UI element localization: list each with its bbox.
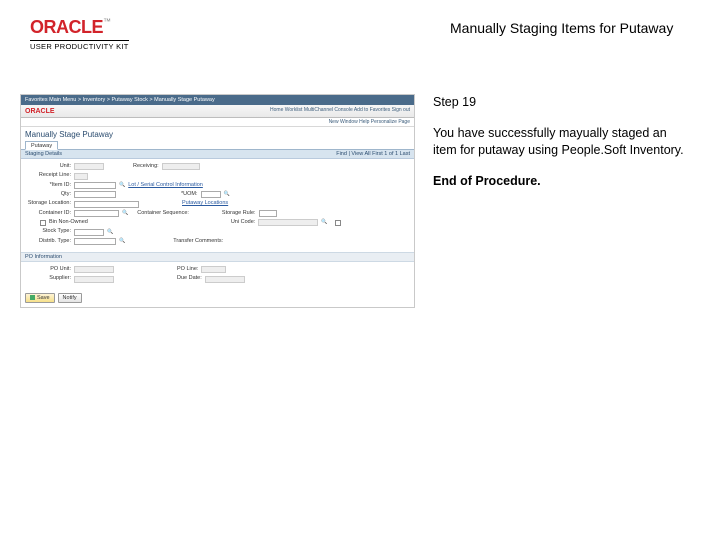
lot-serial-link[interactable]: Lot / Serial Control Information <box>128 181 203 190</box>
lookup-icon[interactable]: 🔍 <box>224 190 230 199</box>
window-toolbar: New Window Help Personalize Page <box>21 118 414 127</box>
lookup-icon[interactable]: 🔍 <box>119 181 125 190</box>
section-title: Staging Details <box>25 151 62 157</box>
instruction-body: You have successfully mayually staged an… <box>433 125 690 159</box>
lookup-icon[interactable]: 🔍 <box>107 228 113 237</box>
container-seq-label: Container Sequence: <box>137 209 189 218</box>
step-label: Step 19 <box>433 94 690 111</box>
po-unit-label: PO Unit: <box>25 265 71 274</box>
staging-details-bar: Staging Details Find | View All First 1 … <box>21 150 414 159</box>
qty-label: Qty: <box>25 190 71 199</box>
storage-location-label: Storage Location: <box>25 199 71 208</box>
due-date-label: Due Date: <box>177 274 202 283</box>
transfer-comments-label: Transfer Comments: <box>173 237 223 246</box>
po-unit-field <box>74 266 114 273</box>
qty-field[interactable] <box>74 191 116 198</box>
content-columns: Favorites Main Menu > Inventory > Putawa… <box>0 54 720 308</box>
quarantine-checkbox[interactable] <box>335 220 341 226</box>
lookup-icon[interactable]: 🔍 <box>321 218 327 227</box>
uni-code-label: Uni Code: <box>231 218 255 227</box>
app-banner: ORACLE Home Worklist MultiChannel Consol… <box>21 105 414 118</box>
po-line-field <box>201 266 226 273</box>
putaway-locations-link[interactable]: Putaway Locations <box>182 199 228 208</box>
unit-label: Unit: <box>25 162 71 171</box>
po-info-header: PO Information <box>21 252 414 262</box>
tab-row: Putaway <box>21 140 414 150</box>
unit-field <box>74 163 104 170</box>
oracle-logo-text: ORACLE <box>30 17 103 37</box>
tab-putaway[interactable]: Putaway <box>25 141 58 150</box>
oracle-logo-block: ORACLE™ USER PRODUCTIVITY KIT <box>30 18 180 54</box>
receipt-line-field <box>74 173 88 180</box>
distrib-type-label: Distrib. Type: <box>25 237 71 246</box>
item-id-label: *Item ID: <box>25 181 71 190</box>
container-id-label: Container ID: <box>25 209 71 218</box>
section-pager: Find | View All First 1 of 1 Last <box>336 151 410 157</box>
receiving-field <box>162 163 200 170</box>
notify-label: Notify <box>63 295 77 301</box>
distrib-type-field[interactable] <box>74 238 116 245</box>
item-id-field[interactable] <box>74 182 116 189</box>
uom-label: *UOM: <box>181 190 198 199</box>
staging-form: Unit: Receiving: Receipt Line: *Item ID:… <box>21 159 414 252</box>
banner-logo: ORACLE <box>25 108 55 115</box>
supplier-label: Supplier: <box>25 274 71 283</box>
notify-button[interactable]: Notify <box>58 293 82 303</box>
page-title: Manually Staging Items for Putaway <box>180 18 690 36</box>
oracle-logo: ORACLE™ <box>30 18 180 36</box>
save-button[interactable]: Save <box>25 293 55 303</box>
receipt-line-label: Receipt Line: <box>25 171 71 180</box>
storage-rule-label: Storage Rule: <box>222 209 256 218</box>
upk-label: USER PRODUCTIVITY KIT <box>30 40 129 51</box>
container-id-field[interactable] <box>74 210 119 217</box>
po-line-label: PO Line: <box>177 265 198 274</box>
storage-rule-field[interactable] <box>259 210 277 217</box>
bin-non-owned-label: Bin Non-Owned <box>49 218 88 227</box>
receiving-label: Receiving: <box>133 162 159 171</box>
stock-type-field[interactable] <box>74 229 104 236</box>
action-bar: Save Notify <box>21 290 414 307</box>
instruction-column: Step 19 You have successfully mayually s… <box>433 94 690 308</box>
component-heading: Manually Stage Putaway <box>21 127 414 140</box>
stock-type-label: Stock Type: <box>25 227 71 236</box>
lookup-icon[interactable]: 🔍 <box>122 209 128 218</box>
peoplesoft-app: Favorites Main Menu > Inventory > Putawa… <box>20 94 415 308</box>
end-of-procedure: End of Procedure. <box>433 173 690 190</box>
bin-non-owned-checkbox[interactable] <box>40 220 46 226</box>
breadcrumb-bar: Favorites Main Menu > Inventory > Putawa… <box>21 95 414 105</box>
supplier-field <box>74 276 114 283</box>
lookup-icon[interactable]: 🔍 <box>119 237 125 246</box>
page-header: ORACLE™ USER PRODUCTIVITY KIT Manually S… <box>0 0 720 54</box>
uom-field[interactable] <box>201 191 221 198</box>
save-icon <box>30 295 35 300</box>
save-label: Save <box>37 295 50 301</box>
po-form: PO Unit: PO Line: Supplier: Due Date: <box>21 262 414 290</box>
screenshot-column: Favorites Main Menu > Inventory > Putawa… <box>20 94 415 308</box>
banner-nav: Home Worklist MultiChannel Console Add t… <box>270 107 410 113</box>
storage-location-field[interactable] <box>74 201 139 208</box>
trademark: ™ <box>103 17 111 26</box>
uni-code-field <box>258 219 318 226</box>
due-date-field <box>205 276 245 283</box>
